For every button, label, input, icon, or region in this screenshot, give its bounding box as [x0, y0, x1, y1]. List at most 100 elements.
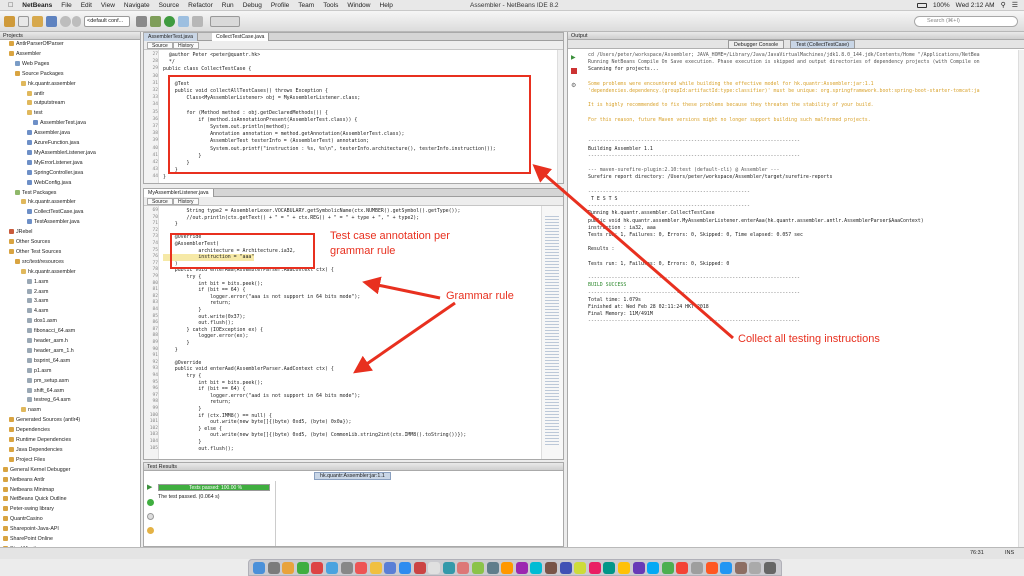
- tree-item[interactable]: CollectTestCase.java: [27, 209, 83, 216]
- tree-item[interactable]: Source Packages: [15, 71, 64, 78]
- dock-app-icon[interactable]: [676, 562, 689, 574]
- dock-app-icon[interactable]: [442, 562, 455, 574]
- tree-item[interactable]: nasm: [21, 407, 41, 414]
- test-results-title[interactable]: Test Results: [144, 463, 563, 471]
- tree-item[interactable]: testreg_64.asm: [27, 397, 71, 404]
- menu-run[interactable]: Run: [222, 2, 234, 9]
- tree-item[interactable]: Other Sources: [9, 239, 50, 246]
- clean-build-icon[interactable]: [150, 16, 161, 27]
- dock-app-icon[interactable]: [764, 562, 776, 574]
- pass-filter-icon[interactable]: [147, 499, 154, 506]
- tree-item[interactable]: AzureFunction.java: [27, 140, 79, 147]
- tree-item[interactable]: SharePoint Online: [3, 536, 53, 543]
- menu-netbeans[interactable]: NetBeans: [22, 2, 52, 9]
- stop-icon[interactable]: [571, 68, 577, 74]
- tree-item[interactable]: pm_setup.asm: [27, 378, 69, 385]
- dock-app-icon[interactable]: [384, 562, 397, 574]
- fail-filter-icon[interactable]: [147, 513, 154, 520]
- dock-app-icon[interactable]: [603, 562, 616, 574]
- error-filter-icon[interactable]: [147, 527, 154, 534]
- output-scrollbar[interactable]: [1018, 50, 1024, 547]
- test-results-tab[interactable]: hk.quantr:Assembler:jar:1.1: [314, 472, 391, 480]
- search-input[interactable]: Search (⌘+I): [914, 16, 1018, 27]
- tree-item[interactable]: 2.asm: [27, 289, 48, 296]
- tree-item[interactable]: Assembler.java: [27, 130, 70, 137]
- tree-item[interactable]: src/test/resources: [15, 259, 64, 266]
- editor-scrollbar[interactable]: [557, 50, 563, 183]
- tree-item[interactable]: p1.asm: [27, 368, 51, 375]
- output-tab[interactable]: Test (CollectTestCase): [790, 40, 855, 49]
- menu-navigate[interactable]: Navigate: [124, 2, 150, 9]
- tree-item[interactable]: Netbeans Antlr: [3, 477, 45, 484]
- build-icon[interactable]: [136, 16, 147, 27]
- tree-item[interactable]: TestAssembler.java: [27, 219, 80, 226]
- tree-item[interactable]: bsprint_64.asm: [27, 358, 70, 365]
- menu-edit[interactable]: Edit: [81, 2, 92, 9]
- dock-app-icon[interactable]: [399, 562, 411, 574]
- menu-view[interactable]: View: [101, 2, 115, 9]
- tree-item[interactable]: Netbeans Minimap: [3, 487, 54, 494]
- dock-app-icon[interactable]: [486, 562, 499, 574]
- profile-icon[interactable]: [192, 16, 203, 27]
- tree-item[interactable]: outputstream: [27, 100, 65, 107]
- menu-file[interactable]: File: [61, 2, 71, 9]
- dock-app-icon[interactable]: [267, 562, 280, 574]
- dock-app-icon[interactable]: [618, 562, 630, 574]
- dock-app-icon[interactable]: [369, 562, 382, 574]
- dock-app-icon[interactable]: [647, 562, 660, 574]
- dock-app-icon[interactable]: [632, 562, 645, 574]
- tree-item[interactable]: JRebel: [9, 229, 33, 236]
- history-button[interactable]: History: [173, 198, 199, 205]
- run-icon[interactable]: [164, 16, 175, 27]
- caret-position[interactable]: 76:31: [970, 550, 984, 556]
- tree-item[interactable]: fibonacci_64.asm: [27, 328, 75, 335]
- new-file-icon[interactable]: [18, 16, 29, 27]
- menu-team[interactable]: Team: [298, 2, 314, 9]
- spotlight-icon[interactable]: ⚲: [1001, 1, 1006, 9]
- redo-icon[interactable]: [72, 16, 81, 27]
- dock-app-icon[interactable]: [559, 562, 572, 574]
- tree-item[interactable]: dos1.asm: [27, 318, 57, 325]
- dock-app-icon[interactable]: [457, 562, 470, 574]
- tree-item[interactable]: 3.asm: [27, 298, 48, 305]
- menu-tools[interactable]: Tools: [323, 2, 338, 9]
- dock-app-icon[interactable]: [545, 562, 557, 574]
- dock-app-icon[interactable]: [282, 562, 295, 574]
- tree-item[interactable]: hk.quantr.assembler: [21, 269, 76, 276]
- tree-item[interactable]: MyErrorListener.java: [27, 160, 83, 167]
- menu-refactor[interactable]: Refactor: [188, 2, 213, 9]
- new-project-icon[interactable]: [4, 16, 15, 27]
- history-button[interactable]: History: [173, 42, 199, 49]
- output-tab[interactable]: Debugger Console: [728, 40, 785, 49]
- rerun-icon[interactable]: ▶: [571, 54, 576, 61]
- dock-app-icon[interactable]: [501, 562, 514, 574]
- dock-app-icon[interactable]: [413, 562, 426, 574]
- editor-tab[interactable]: CollectTestCase.java: [212, 33, 270, 41]
- save-all-icon[interactable]: [46, 16, 57, 27]
- dock-app-icon[interactable]: [691, 562, 703, 574]
- dock-app-icon[interactable]: [340, 562, 353, 574]
- dock-app-icon[interactable]: [515, 562, 528, 574]
- dock-app-icon[interactable]: [588, 562, 601, 574]
- tree-item[interactable]: header_asm.h: [27, 338, 68, 345]
- tree-item[interactable]: shift_64.asm: [27, 388, 64, 395]
- source-button[interactable]: Source: [147, 198, 173, 205]
- tree-item[interactable]: QuantrCasino: [3, 516, 43, 523]
- dock-app-icon[interactable]: [734, 562, 747, 574]
- tree-item[interactable]: Generated Sources (antlr4): [9, 417, 80, 424]
- tree-item[interactable]: hk.quantr.assembler: [21, 199, 76, 206]
- tree-item[interactable]: antlr: [27, 91, 44, 98]
- tree-item[interactable]: Sharepoint-Java-API: [3, 526, 59, 533]
- dock-app-icon[interactable]: [296, 562, 309, 574]
- tree-item[interactable]: Dependencies: [9, 427, 50, 434]
- output-panel-title[interactable]: Output: [568, 32, 1024, 40]
- dock-app-icon[interactable]: [311, 562, 324, 574]
- menu-source[interactable]: Source: [159, 2, 180, 9]
- source-button[interactable]: Source: [147, 42, 173, 49]
- tree-item[interactable]: 4.asm: [27, 308, 48, 315]
- tree-item[interactable]: NetBeans Quick Outline: [3, 496, 67, 503]
- tree-item[interactable]: MyAssemblerListener.java: [27, 150, 96, 157]
- rerun-icon[interactable]: ▶: [147, 483, 152, 491]
- tree-item[interactable]: test: [27, 110, 43, 117]
- dock-app-icon[interactable]: [749, 562, 762, 574]
